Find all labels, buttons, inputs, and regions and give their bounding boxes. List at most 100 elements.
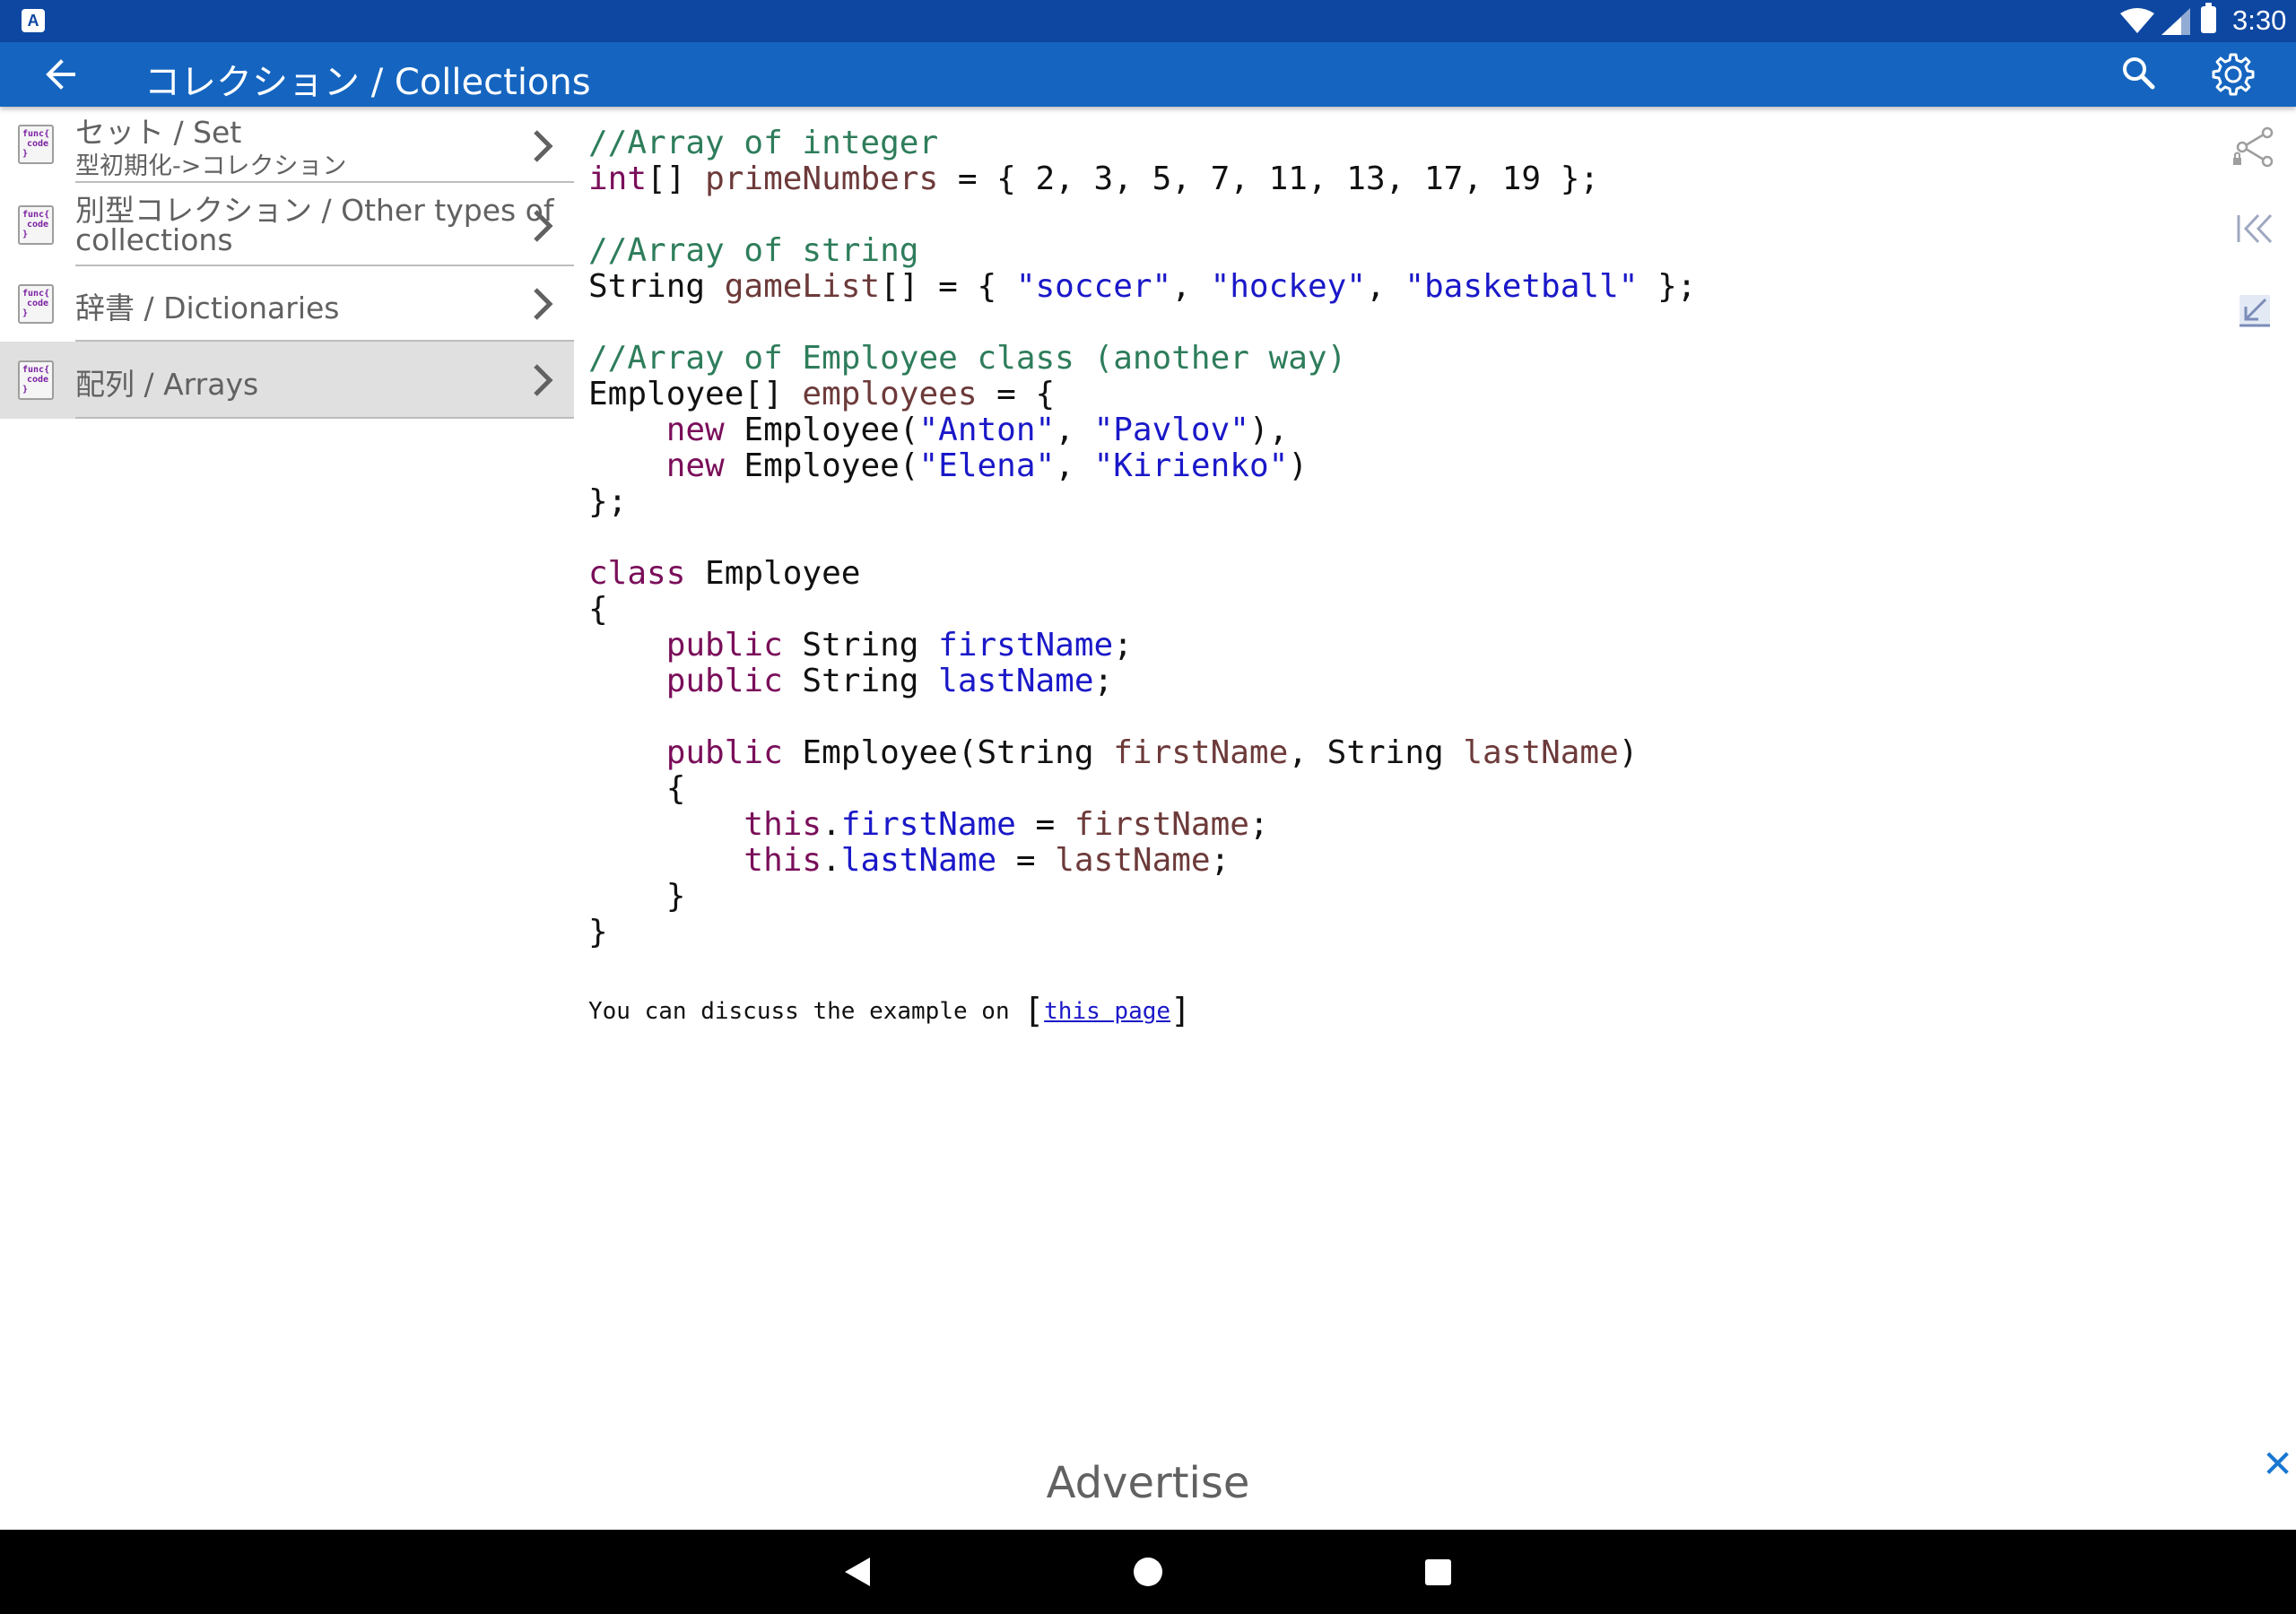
- code-token-plain: =: [1015, 806, 1074, 843]
- code-line: //Array of string: [588, 233, 1696, 269]
- code-line: {: [588, 592, 1696, 628]
- code-token-string: "basketball": [1405, 268, 1639, 305]
- app-bar: コレクション / Collections: [0, 42, 2296, 107]
- code-token-keyword: new: [665, 412, 725, 448]
- nav-back-icon[interactable]: [843, 1557, 872, 1587]
- list-item-dictionaries[interactable]: func{code} 辞書 / Dictionaries: [0, 266, 574, 342]
- code-token-plain: ,: [1365, 268, 1405, 305]
- code-token-string: "Pavlov": [1093, 412, 1249, 448]
- code-token-plain: ): [1618, 734, 1639, 771]
- app-notification-icon: A: [22, 9, 45, 32]
- list-item-set[interactable]: func{code} セット / Set 型初期化->コレクション: [0, 107, 574, 183]
- gear-icon[interactable]: [2210, 51, 2257, 98]
- list-item-sublabel: collections: [75, 222, 233, 257]
- chevron-right-icon: [534, 130, 553, 162]
- code-token-var: lastName: [1055, 842, 1211, 879]
- collapse-left-icon[interactable]: [2235, 212, 2274, 246]
- code-line: this.firstName = firstName;: [588, 807, 1696, 843]
- share-icon[interactable]: [2231, 126, 2276, 170]
- code-token-keyword: int: [588, 161, 648, 197]
- code-line: int[] primeNumbers = { 2, 3, 5, 7, 11, 1…: [588, 161, 1696, 197]
- code-token-plain: Employee: [685, 555, 861, 592]
- nav-recents-icon[interactable]: [1425, 1559, 1451, 1585]
- code-line: }: [588, 879, 1696, 915]
- status-bar: A 3:30: [0, 0, 2296, 42]
- topic-list: func{code} セット / Set 型初期化->コレクション func{c…: [0, 107, 574, 1530]
- code-line: this.lastName = lastName;: [588, 843, 1696, 879]
- code-token-plain: ;: [1093, 663, 1114, 699]
- code-token-plain: Employee[]: [588, 376, 803, 412]
- chevron-right-icon: [534, 288, 553, 320]
- code-file-icon: func{code}: [18, 284, 54, 324]
- code-file-icon: func{code}: [18, 205, 54, 245]
- code-token-plain: String: [782, 663, 939, 699]
- code-token-var: firstName: [1074, 806, 1249, 843]
- page-title: コレクション / Collections: [144, 62, 591, 103]
- code-file-icon: func{code}: [18, 125, 54, 164]
- close-icon[interactable]: ✕: [2262, 1442, 2293, 1486]
- back-arrow-icon[interactable]: [43, 56, 79, 92]
- code-token-plain: {: [588, 770, 686, 807]
- code-token-keyword: class: [588, 555, 686, 592]
- advertise-banner[interactable]: Advertise: [0, 1458, 2296, 1508]
- search-icon[interactable]: [2120, 55, 2158, 92]
- code-token-plain: [] = {: [880, 268, 1016, 305]
- list-item-arrays[interactable]: func{code} 配列 / Arrays: [0, 342, 574, 419]
- code-line: class Employee: [588, 556, 1696, 592]
- code-token-string: "Anton": [918, 412, 1056, 448]
- code-line: }: [588, 915, 1696, 950]
- code-line: {: [588, 771, 1696, 807]
- code-line: //Array of Employee class (another way): [588, 341, 1696, 377]
- code-line: public String lastName;: [588, 664, 1696, 699]
- code-line: };: [588, 484, 1696, 520]
- code-line: Employee[] employees = {: [588, 377, 1696, 412]
- chevron-right-icon: [534, 210, 553, 242]
- code-line: public String firstName;: [588, 628, 1696, 664]
- code-token-var: employees: [802, 376, 978, 412]
- code-token-var: firstName: [1113, 734, 1289, 771]
- code-token-plain: String: [782, 627, 939, 664]
- code-token-keyword: public: [665, 663, 783, 699]
- list-item-other-collections[interactable]: func{code} 別型コレクション / Other types of col…: [0, 183, 574, 266]
- code-token-plain: }: [588, 914, 608, 950]
- clock: 3:30: [2232, 4, 2287, 36]
- wifi-icon: [2120, 8, 2154, 33]
- code-token-plain: Employee(String: [782, 734, 1114, 771]
- list-item-label: 辞書 / Dictionaries: [75, 291, 340, 325]
- code-sample: //Array of integer int[] primeNumbers = {…: [588, 126, 1696, 950]
- code-token-plain: =: [996, 842, 1056, 879]
- code-token-plain: ;: [1248, 806, 1269, 843]
- code-token-plain: ),: [1248, 412, 1289, 448]
- discussion-prefix: You can discuss the example on: [588, 998, 1024, 1025]
- minimize-icon[interactable]: [2237, 292, 2273, 328]
- code-token-plain: , String: [1288, 734, 1464, 771]
- code-token-plain: []: [647, 161, 706, 197]
- code-token-string: "soccer": [1015, 268, 1172, 305]
- discussion-text: You can discuss the example on [this pag…: [588, 991, 1191, 1030]
- code-token-string: "hockey": [1210, 268, 1366, 305]
- nav-home-icon[interactable]: [1134, 1558, 1162, 1586]
- code-token-string: "Elena": [918, 447, 1056, 484]
- code-token-keyword: public: [665, 734, 783, 771]
- this-page-link[interactable]: this page: [1044, 998, 1170, 1025]
- code-token-plain: ): [1288, 447, 1308, 484]
- code-line: String gameList[] = { "soccer", "hockey"…: [588, 269, 1696, 305]
- code-token-var: primeNumbers: [705, 161, 939, 197]
- navigation-bar: [0, 1530, 2296, 1614]
- code-token-field: firstName: [840, 806, 1016, 843]
- code-token-string: "Kirienko": [1093, 447, 1289, 484]
- list-item-sublabel: 型初期化->コレクション: [75, 152, 347, 180]
- code-token-plain: Employee(: [724, 447, 919, 484]
- code-token-var: lastName: [1463, 734, 1619, 771]
